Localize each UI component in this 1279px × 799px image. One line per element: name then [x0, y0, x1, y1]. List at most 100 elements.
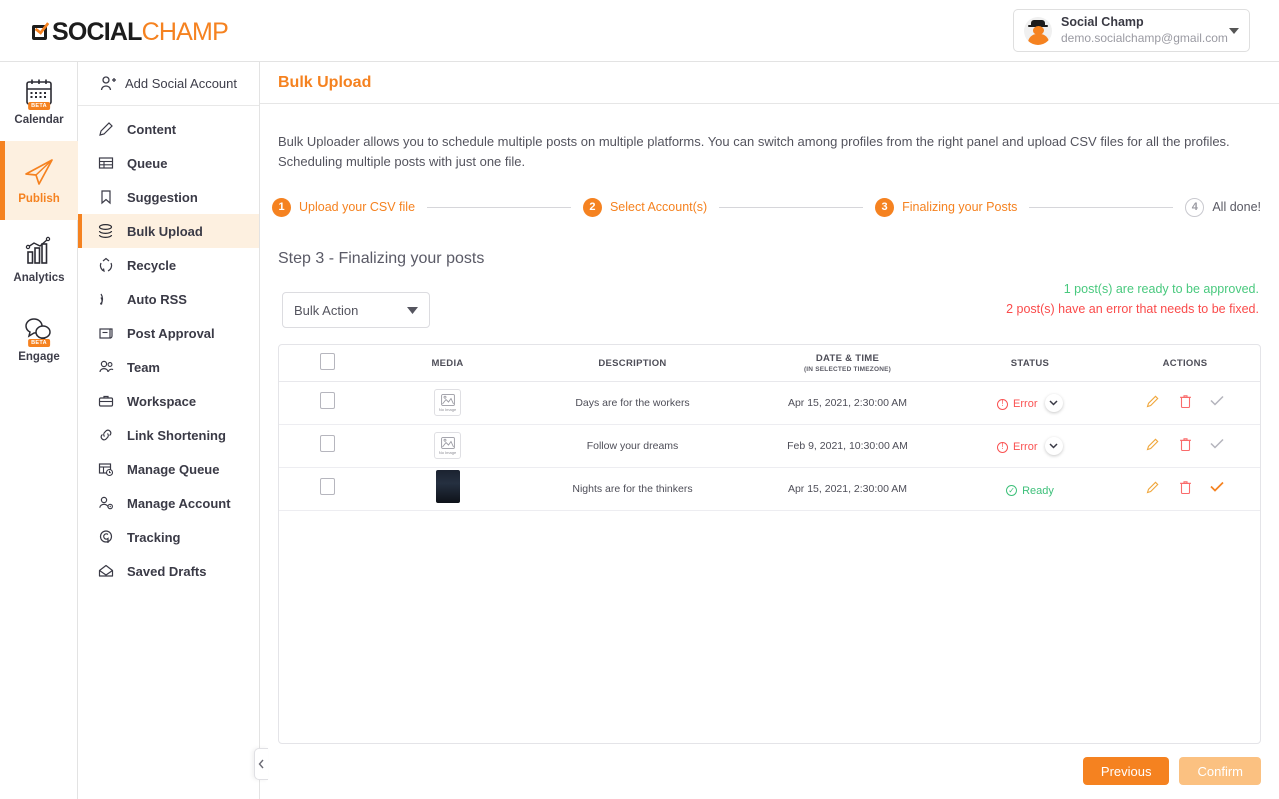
bar-chart-icon — [22, 236, 56, 267]
edit-post-button[interactable] — [1146, 393, 1160, 409]
approve-post-button[interactable] — [1210, 479, 1224, 495]
menu-item-queue[interactable]: Queue — [78, 146, 259, 180]
menu-item-manage-queue[interactable]: Manage Queue — [78, 452, 259, 486]
menu-item-content[interactable]: Content — [78, 112, 259, 146]
step-3[interactable]: 3 Finalizing your Posts — [875, 198, 1017, 217]
bulk-action-select[interactable]: Bulk Action — [282, 292, 430, 328]
row-status-cell: ✓ Ready — [950, 467, 1110, 510]
layers-icon — [97, 223, 114, 240]
menu-label: Content — [127, 122, 176, 137]
row-media-cell: No Image — [375, 424, 520, 467]
check-circle-icon: ✓ — [1006, 485, 1017, 496]
step-1[interactable]: 1 Upload your CSV file — [272, 198, 415, 217]
beta-badge: BETA — [28, 339, 50, 347]
menu-item-team[interactable]: Team — [78, 350, 259, 384]
row-actions-cell — [1110, 381, 1260, 424]
row-select-cell — [279, 424, 375, 467]
rail-item-analytics[interactable]: Analytics — [0, 220, 78, 299]
confirm-button[interactable]: Confirm — [1179, 757, 1261, 785]
status-summary: 1 post(s) are ready to be approved. 2 po… — [1006, 280, 1259, 319]
add-social-account-button[interactable]: Add Social Account — [78, 62, 259, 106]
checkbox-logo-icon — [32, 24, 49, 41]
row-datetime: Apr 15, 2021, 2:30:00 AM — [745, 381, 950, 424]
top-bar: SOCIALCHAMP Social Champ demo.socialcham… — [0, 0, 1279, 62]
edit-post-button[interactable] — [1146, 479, 1160, 495]
delete-post-button[interactable] — [1178, 479, 1192, 495]
rail-item-calendar[interactable]: BETA Calendar — [0, 62, 78, 141]
delete-post-button[interactable] — [1178, 393, 1192, 409]
chevron-down-icon[interactable] — [1229, 28, 1239, 34]
step-number: 4 — [1185, 198, 1204, 217]
row-select-cell — [279, 381, 375, 424]
step-connector — [1029, 207, 1173, 208]
menu-item-post-approval[interactable]: Post Approval — [78, 316, 259, 350]
add-social-account-label: Add Social Account — [125, 76, 237, 91]
row-select-cell — [279, 467, 375, 510]
status-expand-button[interactable] — [1045, 437, 1063, 455]
row-status-cell: ! Error — [950, 424, 1110, 467]
step-label: Select Account(s) — [610, 200, 707, 214]
table-icon — [97, 155, 114, 172]
footer-buttons: Previous Confirm — [1083, 757, 1261, 785]
menu-label: Manage Queue — [127, 462, 219, 477]
briefcase-icon — [97, 393, 114, 410]
row-media-cell — [375, 467, 520, 510]
rail-item-engage[interactable]: BETA Engage — [0, 299, 78, 378]
table-toolbar: Bulk Action 1 post(s) are ready to be ap… — [278, 292, 1261, 332]
select-all-checkbox[interactable] — [320, 353, 335, 370]
menu-item-bulk-upload[interactable]: Bulk Upload — [78, 214, 259, 248]
approval-icon — [97, 325, 114, 342]
menu-item-workspace[interactable]: Workspace — [78, 384, 259, 418]
recycle-icon — [97, 257, 114, 274]
table-row: No Image Days are for the workers Apr 15… — [279, 381, 1260, 424]
user-gear-icon — [97, 495, 114, 512]
menu-label: Post Approval — [127, 326, 215, 341]
menu-label: Workspace — [127, 394, 196, 409]
collapse-sidebar-button[interactable] — [254, 748, 268, 780]
tracking-icon — [97, 529, 114, 546]
step-2[interactable]: 2 Select Account(s) — [583, 198, 707, 217]
menu-item-tracking[interactable]: Tracking — [78, 520, 259, 554]
status-text: Ready — [1022, 485, 1054, 497]
error-icon: ! — [997, 442, 1008, 453]
menu-item-manage-account[interactable]: Manage Account — [78, 486, 259, 520]
menu-label: Link Shortening — [127, 428, 226, 443]
rail-item-publish[interactable]: Publish — [0, 141, 78, 220]
header-datetime-main: DATE & TIME — [816, 353, 879, 364]
envelope-icon — [97, 563, 114, 580]
menu-list: Content Queue Suggestion — [78, 106, 259, 588]
row-checkbox[interactable] — [320, 392, 335, 409]
delete-post-button[interactable] — [1178, 436, 1192, 452]
edit-post-button[interactable] — [1146, 436, 1160, 452]
primary-nav-rail: BETA Calendar Publish — [0, 62, 78, 799]
step-label: Upload your CSV file — [299, 200, 415, 214]
status-badge: ✓ Ready — [1006, 485, 1054, 497]
menu-item-auto-rss[interactable]: Auto RSS — [78, 282, 259, 316]
menu-item-suggestion[interactable]: Suggestion — [78, 180, 259, 214]
rss-icon — [97, 291, 114, 308]
menu-item-link-shortening[interactable]: Link Shortening — [78, 418, 259, 452]
row-checkbox[interactable] — [320, 435, 335, 452]
media-thumbnail[interactable] — [436, 470, 460, 503]
approve-post-button[interactable] — [1210, 393, 1224, 409]
step-4[interactable]: 4 All done! — [1185, 198, 1261, 217]
main-header: Bulk Upload — [260, 62, 1279, 104]
rail-label-publish: Publish — [18, 193, 60, 205]
menu-item-recycle[interactable]: Recycle — [78, 248, 259, 282]
stepper: 1 Upload your CSV file 2 Select Account(… — [272, 194, 1261, 220]
select-all-header — [279, 345, 375, 381]
menu-item-saved-drafts[interactable]: Saved Drafts — [78, 554, 259, 588]
menu-label: Suggestion — [127, 190, 198, 205]
app-logo[interactable]: SOCIALCHAMP — [32, 18, 228, 47]
approve-post-button[interactable] — [1210, 436, 1224, 452]
profile-menu[interactable]: Social Champ demo.socialchamp@gmail.com — [1013, 9, 1250, 52]
posts-table-container: MEDIA DESCRIPTION DATE & TIME (IN SELECT… — [278, 344, 1261, 744]
rail-label-engage: Engage — [18, 351, 60, 363]
status-expand-button[interactable] — [1045, 394, 1063, 412]
header-media: MEDIA — [375, 345, 520, 381]
no-image-caption: No Image — [439, 407, 456, 412]
main-content: Bulk Upload Bulk Uploader allows you to … — [260, 62, 1279, 799]
previous-button[interactable]: Previous — [1083, 757, 1170, 785]
pencil-icon — [97, 121, 114, 138]
row-checkbox[interactable] — [320, 478, 335, 495]
